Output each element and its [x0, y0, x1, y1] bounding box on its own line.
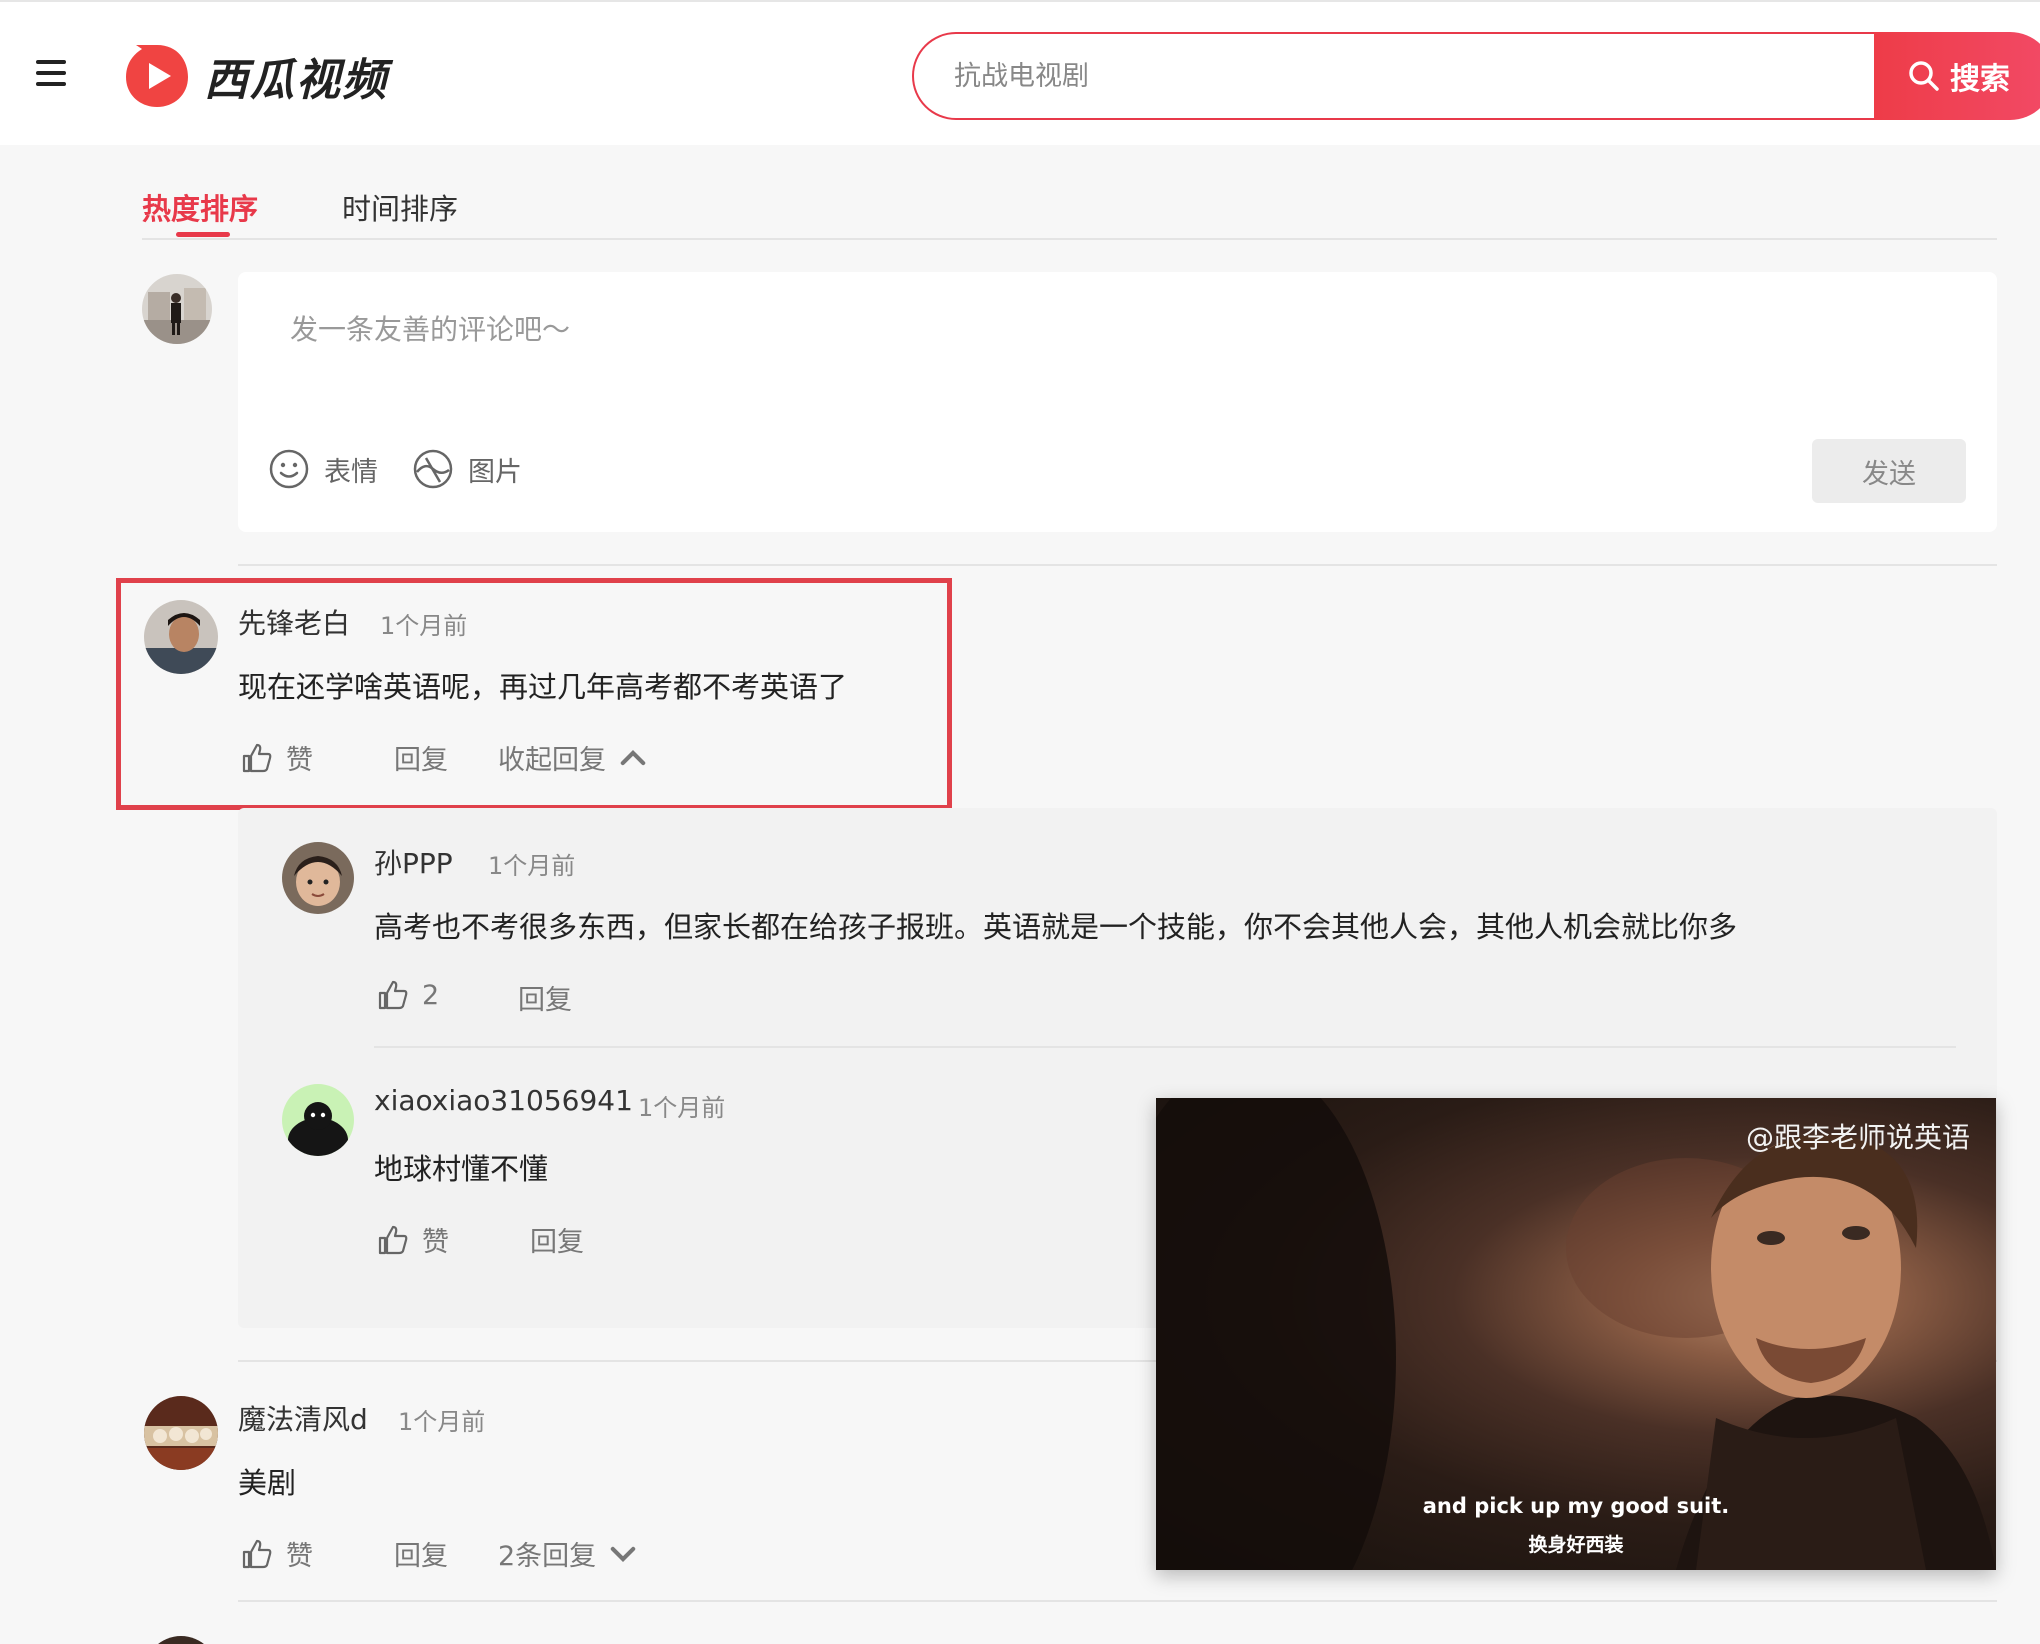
reply-time: 1个月前 — [488, 852, 576, 880]
like-label: 赞 — [286, 1541, 313, 1572]
logo-text: 西瓜视频 — [204, 55, 388, 106]
emoji-button[interactable]: 表情 — [268, 448, 378, 490]
comment-avatar[interactable] — [144, 1396, 218, 1470]
reply-button[interactable]: 回复 — [394, 738, 448, 777]
like-count: 2 — [422, 979, 440, 1011]
thumbs-up-icon — [378, 980, 408, 1010]
tab-time-sort[interactable]: 时间排序 — [342, 186, 458, 228]
reply-button[interactable]: 回复 — [394, 1534, 448, 1573]
comment-username[interactable]: 先锋老白 — [238, 602, 350, 642]
image-label: 图片 — [468, 456, 522, 488]
like-button[interactable]: 赞 — [240, 738, 313, 777]
top-header: 西瓜视频 搜索 — [0, 0, 2040, 145]
comment-time: 1个月前 — [380, 612, 468, 640]
tab-hot-sort[interactable]: 热度排序 — [142, 186, 258, 228]
reply-username[interactable]: xiaoxiao31056941 — [374, 1084, 633, 1117]
thumbs-up-icon — [378, 1225, 408, 1254]
thumbs-up-icon — [242, 743, 272, 772]
emoji-label: 表情 — [324, 456, 378, 488]
search-input[interactable] — [954, 34, 1854, 118]
like-label: 赞 — [422, 1227, 449, 1258]
sort-tabs: 热度排序 时间排序 — [142, 176, 1997, 240]
section-divider — [238, 564, 1997, 566]
image-button[interactable]: 图片 — [412, 448, 522, 490]
floating-video-player[interactable]: @跟李老师说英语 and pick up my good suit. 换身好西装 — [1156, 1098, 1996, 1570]
comment-avatar[interactable] — [144, 600, 218, 674]
logo-play-icon — [126, 45, 188, 107]
expand-replies-button[interactable]: 2条回复 — [498, 1534, 652, 1573]
video-subtitle-zh: 换身好西装 — [1528, 1534, 1624, 1556]
reply-like-button[interactable]: 2 — [376, 978, 439, 1012]
site-logo[interactable]: 西瓜视频 — [122, 40, 388, 112]
search-button-label: 搜索 — [1950, 62, 2010, 97]
reply-reply-button[interactable]: 回复 — [530, 1220, 584, 1259]
active-tab-indicator — [176, 232, 230, 237]
comment-input[interactable] — [290, 308, 1930, 428]
reply-time: 1个月前 — [638, 1094, 726, 1122]
comment-text: 美剧 — [238, 1466, 297, 1500]
current-user-avatar[interactable] — [142, 274, 212, 344]
reply-text: 高考也不考很多东西，但家长都在给孩子报班。英语就是一个技能，你不会其他人会，其他… — [374, 910, 1738, 944]
comment-time: 1个月前 — [398, 1408, 486, 1436]
video-watermark: @跟李老师说英语 — [1745, 1121, 1970, 1154]
video-subtitle-en: and pick up my good suit. — [1422, 1494, 1730, 1518]
reply-username[interactable]: 孙PPP — [374, 842, 453, 882]
reply-reply-button[interactable]: 回复 — [518, 978, 572, 1017]
thumbs-up-icon — [242, 1539, 272, 1568]
hamburger-menu-icon[interactable] — [36, 60, 66, 86]
chevron-up-icon — [620, 749, 646, 765]
expand-replies-label: 2条回复 — [498, 1541, 597, 1572]
send-button[interactable]: 发送 — [1812, 439, 1966, 503]
reply-avatar[interactable] — [282, 842, 354, 914]
collapse-replies-label: 收起回复 — [498, 745, 606, 776]
like-label: 赞 — [286, 745, 313, 776]
collapse-replies-button[interactable]: 收起回复 — [498, 738, 662, 777]
comment-text: 现在还学啥英语呢，再过几年高考都不考英语了 — [238, 670, 848, 704]
reply-divider — [374, 1046, 1956, 1048]
section-divider — [238, 1600, 1997, 1602]
emoji-smile-icon — [269, 449, 309, 489]
reply-avatar[interactable] — [282, 1084, 354, 1156]
comment-username[interactable]: 魔法清风d — [238, 1398, 368, 1438]
chevron-down-icon — [610, 1546, 636, 1562]
like-button[interactable]: 赞 — [240, 1534, 313, 1573]
search-icon — [1909, 61, 1939, 91]
reply-text: 地球村懂不懂 — [374, 1152, 549, 1186]
comment-composer: 表情 图片 发送 — [238, 272, 1997, 532]
reply-like-button[interactable]: 赞 — [376, 1220, 449, 1259]
image-icon — [413, 449, 453, 489]
search-button[interactable]: 搜索 — [1874, 32, 2040, 120]
comment-avatar[interactable] — [144, 1636, 218, 1644]
search-box — [912, 32, 1912, 120]
